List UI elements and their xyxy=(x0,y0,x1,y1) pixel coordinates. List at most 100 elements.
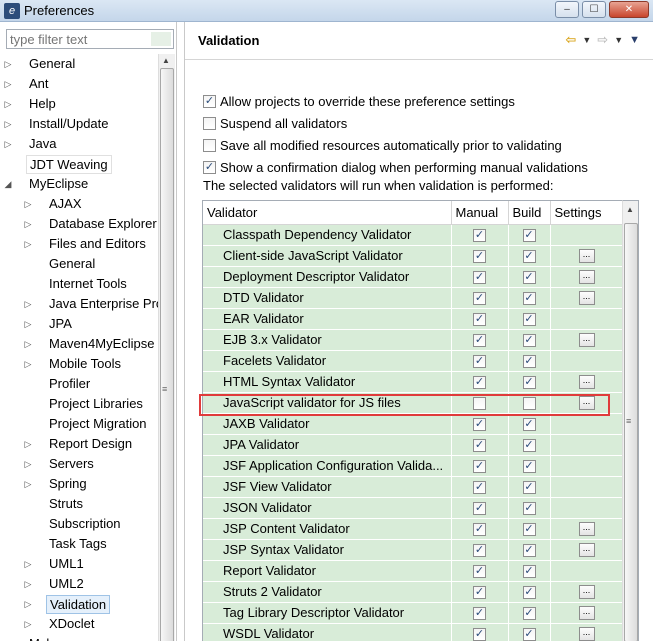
close-button[interactable]: ✕ xyxy=(609,1,649,18)
validator-row[interactable]: Struts 2 Validator... xyxy=(203,581,624,603)
manual-checkbox[interactable] xyxy=(473,229,486,243)
manual-checkbox[interactable] xyxy=(473,271,486,285)
settings-button[interactable]: ... xyxy=(578,543,595,558)
option-label[interactable]: Show a confirmation dialog when performi… xyxy=(220,160,588,175)
settings-button[interactable]: ... xyxy=(578,522,595,537)
tree-item[interactable]: ▷ Help xyxy=(0,94,158,114)
tree-item[interactable]: ▷ Spring xyxy=(0,474,158,494)
tree-item[interactable]: ▷ Java xyxy=(0,134,158,154)
manual-checkbox[interactable] xyxy=(473,586,486,600)
expand-arrow-icon[interactable]: ▷ xyxy=(22,194,34,214)
build-checkbox[interactable] xyxy=(522,229,536,243)
build-checkbox[interactable] xyxy=(522,397,536,411)
validator-row[interactable]: DTD Validator... xyxy=(203,287,624,309)
validator-row[interactable]: JPA Validator xyxy=(203,434,624,456)
settings-button[interactable]: ... xyxy=(578,249,595,264)
expand-arrow-icon[interactable]: ▷ xyxy=(22,574,34,594)
validator-row[interactable]: JAXB Validator xyxy=(203,413,624,435)
filter-input[interactable] xyxy=(7,30,147,48)
tree-item[interactable]: ▷ Mylyn xyxy=(0,634,158,641)
expand-arrow-icon[interactable]: ▷ xyxy=(22,554,34,574)
tree-item[interactable]: ▷ Report Design xyxy=(0,434,158,454)
expand-arrow-icon[interactable]: ▷ xyxy=(22,354,34,374)
expand-arrow-icon[interactable]: ▷ xyxy=(22,454,34,474)
validator-row[interactable]: HTML Syntax Validator... xyxy=(203,371,624,393)
tree-item[interactable]: ▷ UML2 xyxy=(0,574,158,594)
manual-checkbox[interactable] xyxy=(473,439,486,453)
manual-checkbox[interactable] xyxy=(473,502,486,516)
sidebar-scrollbar[interactable]: ▲ ≡ xyxy=(158,54,175,641)
expand-arrow-icon[interactable]: ▷ xyxy=(22,234,34,254)
tree-item[interactable]: ▷ UML1 xyxy=(0,554,158,574)
expand-arrow-icon[interactable]: ▷ xyxy=(2,74,14,94)
tree-item[interactable]: ▷ Servers xyxy=(0,454,158,474)
tree-item[interactable]: Internet Tools xyxy=(0,274,158,294)
tree-item[interactable]: General xyxy=(0,254,158,274)
validator-row[interactable]: JSP Content Validator... xyxy=(203,518,624,540)
expand-arrow-icon[interactable]: ▷ xyxy=(22,594,34,614)
validator-row[interactable]: EAR Validator xyxy=(203,308,624,330)
build-checkbox[interactable] xyxy=(522,250,536,264)
tree-item[interactable]: ▷ Java Enterprise Pro xyxy=(0,294,158,314)
tree-item[interactable]: Profiler xyxy=(0,374,158,394)
validator-row[interactable]: Report Validator xyxy=(203,560,624,582)
option-label[interactable]: Save all modified resources automaticall… xyxy=(220,138,562,153)
tree-item[interactable]: ▷ XDoclet xyxy=(0,614,158,634)
forward-dropdown-icon[interactable]: ▼ xyxy=(614,35,623,45)
option-label[interactable]: Allow projects to override these prefere… xyxy=(220,94,515,109)
tree-item[interactable]: Project Migration xyxy=(0,414,158,434)
tree-item[interactable]: ▷ Ant xyxy=(0,74,158,94)
build-checkbox[interactable] xyxy=(522,271,536,285)
option-label[interactable]: Suspend all validators xyxy=(220,116,347,131)
manual-checkbox[interactable] xyxy=(473,628,486,641)
settings-button[interactable]: ... xyxy=(578,333,595,348)
manual-checkbox[interactable] xyxy=(473,334,486,348)
expand-arrow-icon[interactable]: ▷ xyxy=(22,214,34,234)
validator-row[interactable]: JavaScript validator for JS files... xyxy=(203,392,624,414)
expand-arrow-icon[interactable]: ▷ xyxy=(22,474,34,494)
build-checkbox[interactable] xyxy=(522,502,536,516)
column-header-manual[interactable]: Manual xyxy=(451,201,509,225)
build-checkbox[interactable] xyxy=(522,586,536,600)
settings-button[interactable]: ... xyxy=(578,627,595,641)
build-checkbox[interactable] xyxy=(522,481,536,495)
manual-checkbox[interactable] xyxy=(473,292,486,306)
validator-row[interactable]: JSF View Validator xyxy=(203,476,624,498)
validator-row[interactable]: JSF Application Configuration Valida... xyxy=(203,455,624,477)
build-checkbox[interactable] xyxy=(522,523,536,537)
validator-row[interactable]: Facelets Validator xyxy=(203,350,624,372)
column-header-validator[interactable]: Validator xyxy=(203,201,452,225)
option-checkbox[interactable] xyxy=(203,94,216,108)
settings-button[interactable]: ... xyxy=(578,270,595,285)
settings-button[interactable]: ... xyxy=(578,396,595,411)
build-checkbox[interactable] xyxy=(522,544,536,558)
expand-arrow-icon[interactable]: ▷ xyxy=(2,634,14,641)
build-checkbox[interactable] xyxy=(522,355,536,369)
manual-checkbox[interactable] xyxy=(473,544,486,558)
manual-checkbox[interactable] xyxy=(473,418,486,432)
forward-arrow-icon[interactable]: ⇨ xyxy=(597,32,608,48)
build-checkbox[interactable] xyxy=(522,418,536,432)
table-scroll-thumb[interactable] xyxy=(624,223,638,641)
settings-button[interactable]: ... xyxy=(578,375,595,390)
validator-row[interactable]: EJB 3.x Validator... xyxy=(203,329,624,351)
expand-arrow-icon[interactable]: ▷ xyxy=(2,114,14,134)
manual-checkbox[interactable] xyxy=(473,376,486,390)
collapse-arrow-icon[interactable]: ◢ xyxy=(2,174,14,194)
tree-item[interactable]: ◢ MyEclipse xyxy=(0,174,158,194)
expand-arrow-icon[interactable]: ▷ xyxy=(22,294,34,314)
tree-item[interactable]: JDT Weaving xyxy=(0,154,158,174)
manual-checkbox[interactable] xyxy=(473,607,486,621)
build-checkbox[interactable] xyxy=(522,292,536,306)
build-checkbox[interactable] xyxy=(522,376,536,390)
build-checkbox[interactable] xyxy=(522,334,536,348)
build-checkbox[interactable] xyxy=(522,439,536,453)
tree-item[interactable]: ▷ AJAX xyxy=(0,194,158,214)
back-dropdown-icon[interactable]: ▼ xyxy=(582,35,591,45)
column-header-build[interactable]: Build xyxy=(508,201,551,225)
build-checkbox[interactable] xyxy=(522,565,536,579)
minimize-button[interactable]: – xyxy=(555,1,579,18)
scroll-up-icon[interactable]: ▲ xyxy=(162,56,170,65)
tree-item[interactable]: ▷ Files and Editors xyxy=(0,234,158,254)
tree-item[interactable]: ▷ Validation xyxy=(0,594,158,614)
